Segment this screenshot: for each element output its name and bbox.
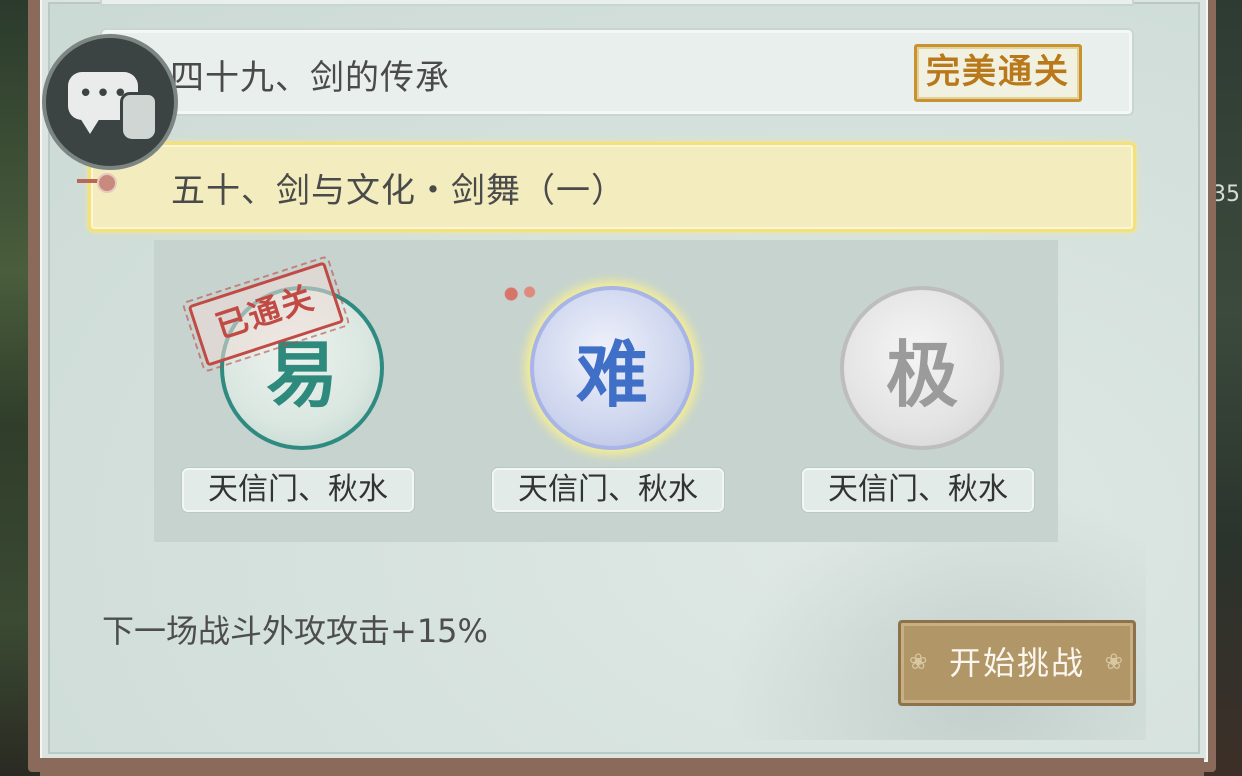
wine-jar-icon — [120, 92, 158, 142]
chapter-row-49[interactable]: 四十九、剑的传承 完美通关 — [100, 28, 1134, 116]
side-counter: 35 — [1212, 182, 1240, 207]
chapter-title: 四十九、剑的传承 — [170, 58, 450, 98]
chat-button[interactable]: ••• — [42, 34, 178, 170]
selected-marker-icon — [77, 173, 117, 193]
difficulty-label: 天信门、秋水 — [802, 468, 1034, 512]
start-challenge-button[interactable]: 开始挑战 — [898, 620, 1136, 706]
chapter-row-previous[interactable] — [100, 0, 1134, 6]
chapter-title: 五十、剑与文化・剑舞（一） — [171, 171, 626, 211]
extreme-orb-icon: 极 — [840, 286, 1004, 450]
frame-bottom — [40, 758, 1204, 776]
difficulty-selector: 易 已通关 天信门、秋水 难 天信门、秋水 极 天信门、秋水 — [154, 240, 1058, 542]
difficulty-hard[interactable]: 难 天信门、秋水 — [492, 282, 732, 522]
hard-orb-icon: 难 — [530, 286, 694, 450]
difficulty-label: 天信门、秋水 — [492, 468, 724, 512]
buff-description: 下一场战斗外攻攻击+15% — [102, 612, 488, 650]
difficulty-extreme[interactable]: 极 天信门、秋水 — [802, 282, 1042, 522]
plum-blossom-icon — [502, 284, 548, 304]
chapter-row-50[interactable]: 五十、剑与文化・剑舞（一） — [77, 142, 1136, 232]
perfect-clear-stamp: 完美通关 — [914, 44, 1082, 102]
difficulty-easy[interactable]: 易 已通关 天信门、秋水 — [182, 261, 422, 522]
difficulty-label: 天信门、秋水 — [182, 468, 414, 512]
